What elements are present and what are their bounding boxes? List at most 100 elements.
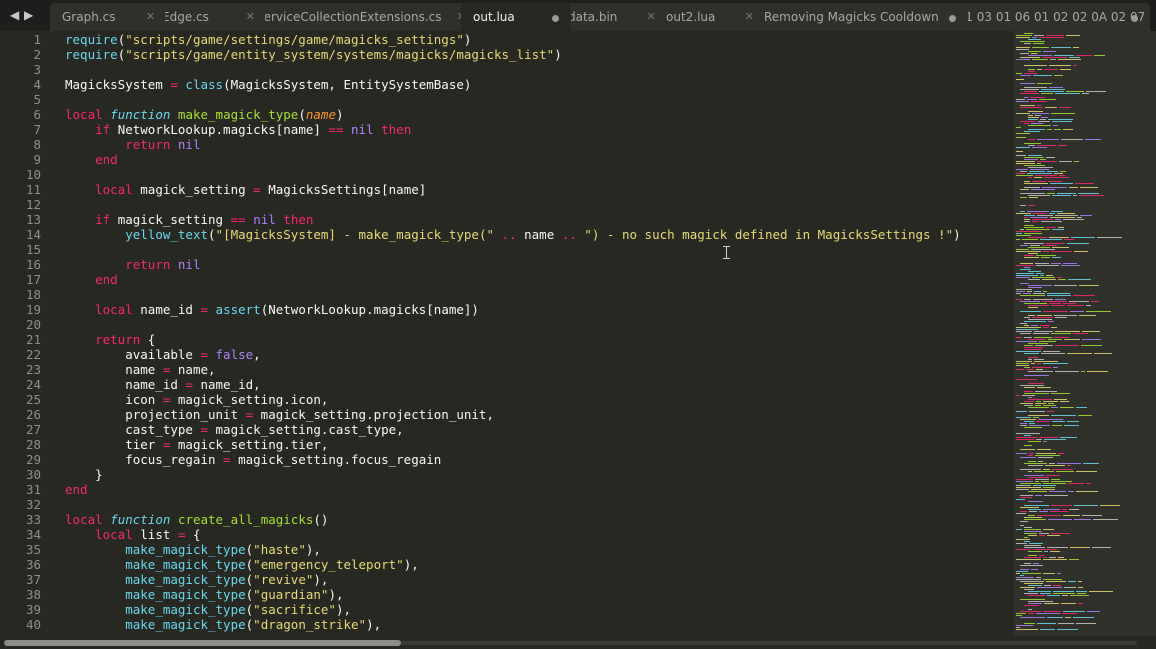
code-line[interactable]: icon = magick_setting.icon, (65, 392, 328, 407)
minimap-stroke (1016, 337, 1022, 338)
code-line[interactable]: return { (65, 332, 155, 347)
code-line[interactable]: } (65, 467, 103, 482)
code-token: local (65, 107, 103, 122)
minimap-stroke (1024, 445, 1032, 446)
minimap-stroke (1016, 233, 1022, 234)
code-line[interactable]: require("scripts/game/entity_system/syst… (65, 47, 562, 62)
code-line[interactable]: return nil (65, 137, 200, 152)
tab-1[interactable]: Edge.cs ✕ (150, 3, 265, 31)
minimap-stroke (1024, 243, 1044, 244)
minimap-stroke (1016, 47, 1030, 48)
horizontal-scrollbar-thumb[interactable] (4, 640, 401, 646)
minimap-stroke (1029, 411, 1045, 412)
code-token: "revive" (253, 572, 314, 587)
minimap-stroke (1020, 497, 1032, 498)
code-line[interactable]: MagicksSystem = class(MagicksSystem, Ent… (65, 77, 471, 92)
minimap-stroke (1028, 177, 1032, 178)
tab-7[interactable]: '1 03 01 06 01 02 02 0A 02 07 (950, 3, 1150, 31)
minimap-stroke (1016, 79, 1024, 80)
minimap-stroke (1024, 91, 1037, 92)
code-line[interactable]: projection_unit = magick_setting.project… (65, 407, 494, 422)
code-line[interactable]: if NetworkLookup.magicks[name] == nil th… (65, 122, 411, 137)
code-token: magick_setting.icon, (170, 392, 329, 407)
close-icon[interactable]: ✕ (647, 4, 656, 30)
code-token: name (305, 107, 336, 122)
minimap-stroke (1060, 171, 1066, 172)
code-token: "emergency_teleport" (253, 557, 404, 572)
line-number: 33 (25, 512, 41, 527)
code-line[interactable]: name = name, (65, 362, 215, 377)
code-line[interactable]: make_magick_type("sacrifice"), (65, 602, 351, 617)
code-line[interactable]: end (65, 152, 118, 167)
code-line[interactable]: require("scripts/game/settings/game/magi… (65, 32, 471, 47)
code-line[interactable]: end (65, 272, 118, 287)
code-token: = (200, 347, 208, 362)
unsaved-dot-icon[interactable] (1131, 15, 1138, 22)
minimap-stroke (1069, 509, 1079, 510)
minimap-stroke (1016, 351, 1041, 352)
code-line[interactable]: local name_id = assert(NetworkLookup.mag… (65, 302, 479, 317)
minimap[interactable] (1014, 31, 1156, 636)
code-line[interactable]: local function make_magick_type(name) (65, 107, 344, 122)
code-line[interactable]: make_magick_type("emergency_teleport"), (65, 557, 419, 572)
minimap-stroke (1060, 401, 1069, 402)
code-line[interactable]: if magick_setting == nil then (65, 212, 313, 227)
tab-4[interactable]: data.bin ✕ (556, 3, 666, 31)
tab-5[interactable]: out2.lua ✕ (654, 3, 764, 31)
code-line[interactable]: local magick_setting = MagicksSettings[n… (65, 182, 426, 197)
code-line[interactable]: name_id = name_id, (65, 377, 260, 392)
tab-0[interactable]: Graph.cs ✕ (50, 3, 165, 31)
minimap-stroke (1069, 187, 1078, 188)
minimap-stroke (1078, 587, 1083, 588)
minimap-stroke (1016, 35, 1032, 36)
code-line[interactable]: end (65, 482, 88, 497)
code-line[interactable]: make_magick_type("haste"), (65, 542, 321, 557)
code-line[interactable]: local function create_all_magicks() (65, 512, 328, 527)
code-token: MagicksSettings[name] (260, 182, 427, 197)
minimap-stroke (1040, 593, 1051, 594)
unsaved-dot-icon[interactable] (949, 15, 956, 22)
code-line[interactable]: tier = magick_setting.tier, (65, 437, 328, 452)
code-line[interactable]: return nil (65, 257, 200, 272)
unsaved-dot-icon[interactable] (552, 15, 559, 22)
chevron-left-icon[interactable]: ◀ (10, 6, 19, 24)
horizontal-scrollbar[interactable] (0, 636, 1156, 649)
code-line[interactable]: make_magick_type("dragon_strike"), (65, 617, 381, 632)
minimap-stroke (1066, 35, 1080, 36)
code-token: "sacrifice" (253, 602, 336, 617)
minimap-stroke (1032, 317, 1053, 318)
code-line[interactable]: focus_regain = magick_setting.focus_rega… (65, 452, 441, 467)
code-line[interactable]: yellow_text("[MagicksSystem] - make_magi… (65, 227, 960, 242)
code-line[interactable]: available = false, (65, 347, 261, 362)
minimap-stroke (1063, 611, 1085, 612)
minimap-stroke (1035, 495, 1042, 496)
code-line[interactable]: local list = { (65, 527, 200, 542)
minimap-stroke (1024, 531, 1042, 532)
minimap-stroke (1058, 279, 1066, 280)
code-token: "dragon_strike" (253, 617, 367, 632)
tab-label: ServiceCollectionExtensions.cs (256, 10, 442, 24)
minimap-stroke (1080, 187, 1098, 188)
minimap-stroke (1043, 363, 1068, 364)
minimap-stroke (1051, 415, 1076, 416)
minimap-stroke (1093, 519, 1118, 520)
code-line[interactable]: cast_type = magick_setting.cast_type, (65, 422, 403, 437)
minimap-stroke (1031, 249, 1055, 250)
code-token: ( (208, 227, 216, 242)
minimap-stroke (1024, 221, 1030, 222)
code-area[interactable]: require ("scripts/game/settings/game/magi… (65, 31, 1014, 636)
close-icon[interactable]: ✕ (146, 4, 155, 30)
minimap-stroke (1034, 291, 1041, 292)
chevron-right-icon[interactable]: ▶ (24, 6, 33, 24)
code-editor[interactable]: 1 2 3 4 5 6 7 8 9 10 11 12 13 14 15 16 17 18 19 20 21 22 23 24 2… (0, 31, 1014, 636)
tab-3[interactable]: out.lua (461, 3, 571, 31)
tab-6[interactable]: Removing Magicks Cooldown (752, 3, 968, 31)
minimap-stroke (1022, 239, 1038, 240)
tab-2[interactable]: ServiceCollectionExtensions.cs✕ (244, 3, 476, 31)
line-number: 12 (25, 197, 41, 212)
minimap-stroke (1054, 173, 1063, 174)
code-line[interactable]: make_magick_type("guardian"), (65, 587, 343, 602)
close-icon[interactable]: ✕ (745, 4, 754, 30)
code-line[interactable]: make_magick_type("revive"), (65, 572, 328, 587)
close-icon[interactable]: ✕ (246, 4, 255, 30)
